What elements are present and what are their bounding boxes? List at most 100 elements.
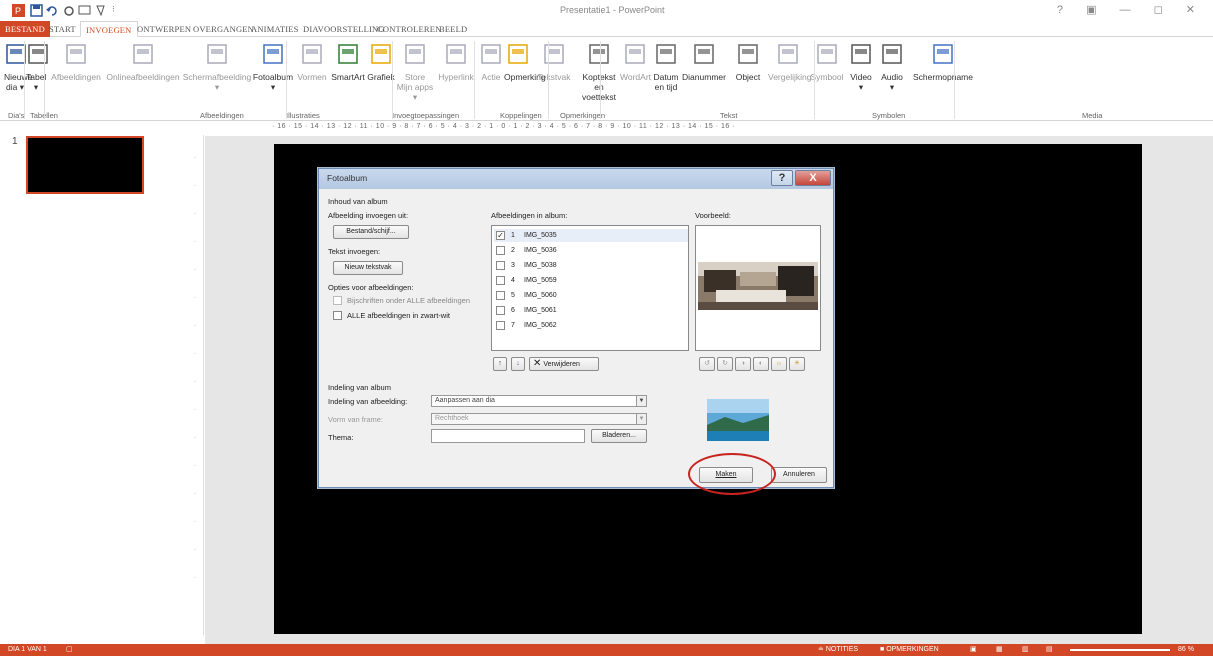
touch-mode-icon[interactable] bbox=[94, 4, 107, 17]
customize-qat-icon[interactable]: ⁝ bbox=[112, 4, 115, 15]
slide-counter: DIA 1 VAN 1 bbox=[8, 646, 47, 653]
tab-animaties[interactable]: ANIMATIES bbox=[246, 21, 304, 37]
window-controls[interactable]: ? ▣ — ◻ ✕ bbox=[1057, 3, 1205, 16]
captions-label: Bijschriften onder ALLE afbeeldingen bbox=[347, 296, 471, 305]
ribbon-button-sublabel: ▾ bbox=[270, 82, 276, 92]
picture-checkbox[interactable] bbox=[496, 276, 505, 285]
ribbon-button-tekstvak[interactable]: Tekstvak bbox=[532, 41, 576, 82]
save-icon[interactable] bbox=[30, 4, 43, 17]
start-slideshow-icon[interactable] bbox=[78, 4, 91, 17]
theme-label: Thema: bbox=[328, 433, 354, 442]
audio-icon bbox=[882, 44, 902, 64]
tab-bestand[interactable]: BESTAND bbox=[0, 21, 50, 37]
contrast-up-icon: ◑ bbox=[740, 360, 746, 367]
frame-shape-select[interactable]: Rechthoek ▼ bbox=[431, 413, 647, 425]
ribbon-button-label: Video bbox=[850, 72, 872, 82]
picture-number: 2 bbox=[511, 247, 515, 254]
picture-list-item[interactable]: 2 IMG_5036 bbox=[494, 244, 688, 257]
ribbon-button-audio[interactable]: Audio ▾ bbox=[876, 41, 908, 92]
picture-list-item[interactable]: 4 IMG_5059 bbox=[494, 274, 688, 287]
tab-beeld[interactable]: BEELD bbox=[434, 21, 472, 37]
picture-checkbox[interactable] bbox=[496, 246, 505, 255]
ribbon-group-label: Tekst bbox=[720, 111, 738, 120]
ribbon-button-smartart[interactable]: SmartArt bbox=[330, 41, 366, 82]
ribbon-button-nieuwe-dia[interactable]: Nieuwe dia ▾ bbox=[4, 41, 32, 92]
brightness-up-button[interactable]: ☼ bbox=[771, 357, 787, 371]
close-button[interactable]: X bbox=[795, 170, 831, 186]
cancel-button[interactable]: Annuleren bbox=[771, 467, 827, 483]
ribbon-group-label: Media bbox=[1082, 111, 1103, 120]
ribbon-button-opmerking[interactable]: Opmerking bbox=[504, 41, 546, 82]
move-up-button[interactable]: ↑ bbox=[493, 357, 507, 371]
picture-checkbox[interactable] bbox=[496, 306, 505, 315]
picture-list-item[interactable]: 5 IMG_5060 bbox=[494, 289, 688, 302]
slide-thumbnail[interactable] bbox=[26, 136, 144, 194]
ribbon-button-schermopname[interactable]: Schermopname bbox=[908, 41, 978, 82]
picture-name: IMG_5038 bbox=[524, 262, 557, 269]
slide-sorter-icon[interactable]: ▦ bbox=[996, 644, 1003, 656]
theme-input[interactable] bbox=[431, 429, 585, 443]
file-disk-button[interactable]: Bestand/schijf... bbox=[333, 225, 409, 239]
pictures-in-album-label: Afbeeldingen in album: bbox=[491, 211, 568, 220]
ribbon-button-vormen[interactable]: Vormen bbox=[294, 41, 330, 82]
picture-checkbox[interactable] bbox=[496, 261, 505, 270]
ribbon-button-afbeeldingen[interactable]: Afbeeldingen bbox=[48, 41, 104, 82]
slideshow-view-icon[interactable]: ▤ bbox=[1046, 644, 1053, 656]
date-time-icon bbox=[656, 44, 676, 64]
zoom-slider[interactable] bbox=[1070, 649, 1170, 651]
picture-list-item[interactable]: 6 IMG_5061 bbox=[494, 304, 688, 317]
comments-button[interactable]: ■ OPMERKINGEN bbox=[880, 644, 939, 656]
ribbon-group-label: Illustraties bbox=[286, 111, 320, 120]
ribbon-button-object[interactable]: Object bbox=[728, 41, 768, 82]
tab-invoegen[interactable]: INVOEGEN bbox=[80, 21, 138, 37]
ribbon-button-hyperlink[interactable]: Hyperlink bbox=[436, 41, 476, 82]
ribbon-button-tabel[interactable]: Tabel ▾ bbox=[26, 41, 48, 92]
ribbon-button-schermafbeelding[interactable]: Schermafbeelding ▾ bbox=[182, 41, 252, 92]
reading-view-icon[interactable]: ▥ bbox=[1022, 644, 1029, 656]
ribbon-button-wordart[interactable]: WordArt bbox=[620, 41, 651, 82]
help-button[interactable]: ? bbox=[771, 170, 793, 186]
normal-view-icon[interactable]: ▣ bbox=[970, 644, 977, 656]
ribbon: Nieuwe dia ▾ Tabel ▾ Afbeeldingen Onlineafbee… bbox=[0, 37, 1213, 121]
picture-list-item[interactable]: ✓ 1 IMG_5035 bbox=[494, 229, 688, 242]
remove-button[interactable]: ✕ Verwijderen bbox=[529, 357, 599, 371]
ribbon-button-sublabel: dia ▾ bbox=[6, 82, 24, 92]
ribbon-button-fotoalbum[interactable]: Fotoalbum ▾ bbox=[252, 41, 294, 92]
picture-list-item[interactable]: 3 IMG_5038 bbox=[494, 259, 688, 272]
picture-checkbox[interactable] bbox=[496, 321, 505, 330]
undo-icon[interactable] bbox=[46, 4, 59, 17]
zoom-level[interactable]: 86 % bbox=[1178, 644, 1194, 656]
ribbon-button-datum[interactable]: Datum en tijd bbox=[650, 41, 682, 92]
ribbon-button-label: Audio bbox=[881, 72, 903, 82]
rotate-right-button[interactable]: ↻ bbox=[717, 357, 733, 371]
spellcheck-icon[interactable]: ▢ bbox=[66, 644, 73, 656]
picture-checkbox[interactable] bbox=[496, 291, 505, 300]
tab-start[interactable]: START bbox=[44, 21, 81, 37]
tab-ontwerpen[interactable]: ONTWERPEN bbox=[132, 21, 196, 37]
contrast-down-button[interactable]: ◐ bbox=[753, 357, 769, 371]
new-textbox-button[interactable]: Nieuw tekstvak bbox=[333, 261, 403, 275]
black-white-checkbox[interactable] bbox=[333, 311, 342, 320]
pictures-list[interactable]: ✓ 1 IMG_5035 2 IMG_5036 3 IMG_5038 4 IMG_5059 5 IM… bbox=[491, 225, 689, 351]
notes-button[interactable]: ≐ NOTITIES bbox=[818, 644, 858, 656]
redo-icon[interactable] bbox=[62, 4, 75, 17]
browse-button[interactable]: Bladeren... bbox=[591, 429, 647, 443]
screenshot-icon bbox=[207, 44, 227, 64]
captions-checkbox[interactable] bbox=[333, 296, 342, 305]
ribbon-button-vergelijking[interactable]: Vergelijking bbox=[768, 41, 811, 82]
ribbon-button-video[interactable]: Video ▾ bbox=[846, 41, 876, 92]
ribbon-button-actie[interactable]: Actie bbox=[478, 41, 504, 82]
ribbon-button-koptekst[interactable]: Koptekst en voettekst bbox=[578, 41, 620, 102]
rotate-left-button[interactable]: ↺ bbox=[699, 357, 715, 371]
move-down-button[interactable]: ↓ bbox=[511, 357, 525, 371]
picture-checkbox[interactable]: ✓ bbox=[496, 231, 505, 240]
chart-icon bbox=[371, 44, 391, 64]
contrast-up-button[interactable]: ◑ bbox=[735, 357, 751, 371]
brightness-down-button[interactable]: ☀ bbox=[789, 357, 805, 371]
picture-list-item[interactable]: 7 IMG_5062 bbox=[494, 319, 688, 332]
ribbon-button-store[interactable]: Store Mijn apps ▾ bbox=[396, 41, 434, 102]
picture-layout-select[interactable]: Aanpassen aan dia ▼ bbox=[431, 395, 647, 407]
ribbon-button-onlineafbeeldingen[interactable]: Onlineafbeeldingen bbox=[104, 41, 182, 82]
photo-album-icon bbox=[263, 44, 283, 64]
ribbon-button-dianummer[interactable]: Dianummer bbox=[682, 41, 726, 82]
